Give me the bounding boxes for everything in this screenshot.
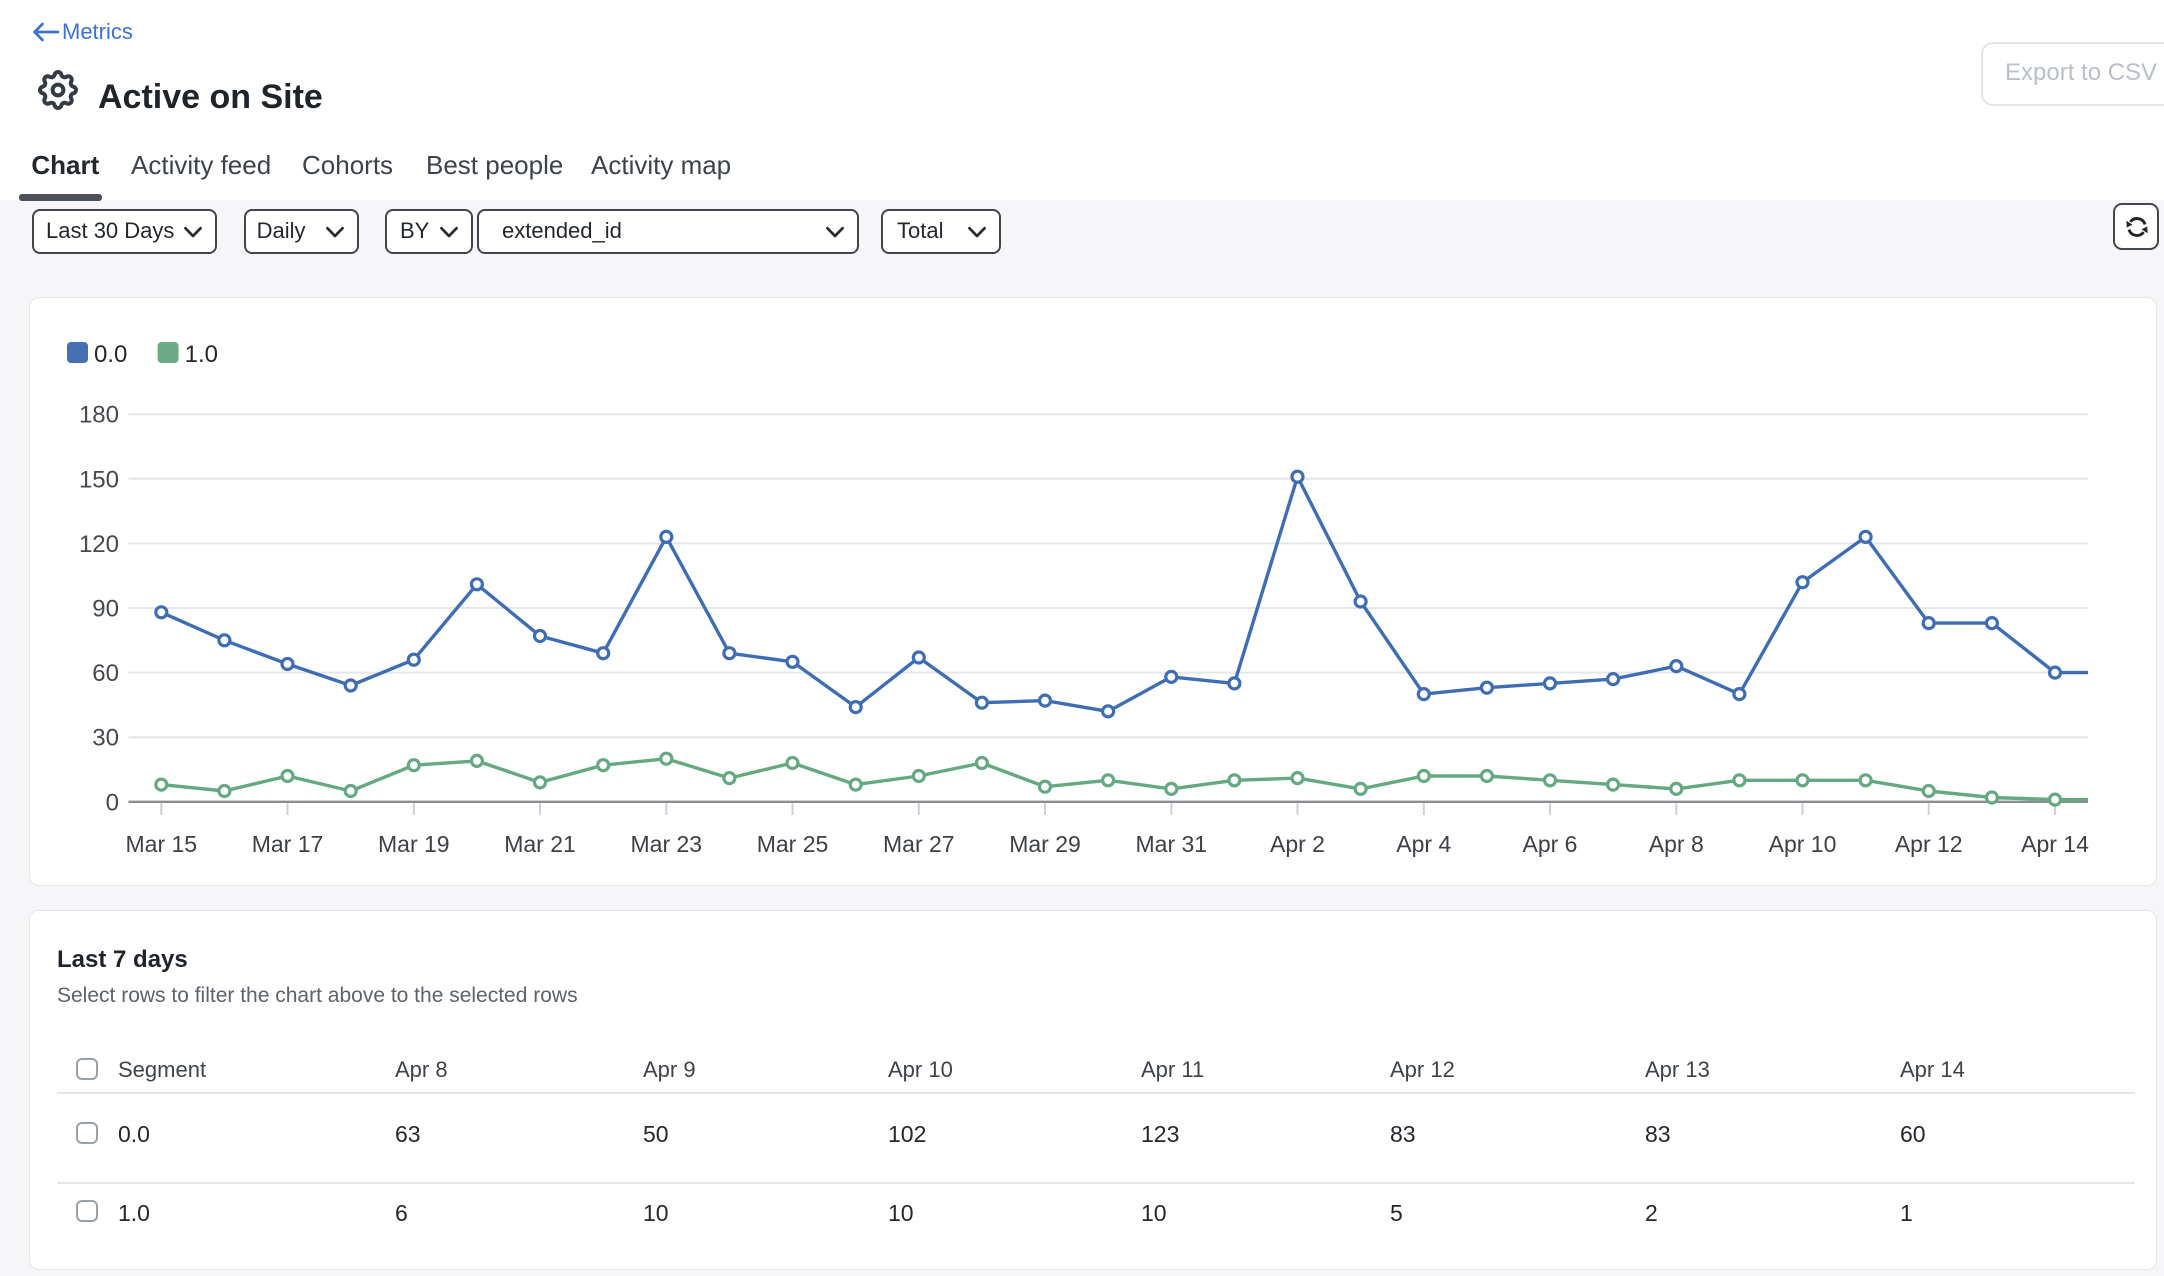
svg-text:Apr 14: Apr 14 xyxy=(2021,831,2089,857)
svg-text:Apr 6: Apr 6 xyxy=(1523,831,1578,857)
svg-text:90: 90 xyxy=(92,596,119,623)
svg-text:Mar 17: Mar 17 xyxy=(252,831,324,857)
svg-text:Apr 12: Apr 12 xyxy=(1895,831,1963,857)
svg-text:Mar 23: Mar 23 xyxy=(631,831,703,857)
svg-text:Mar 19: Mar 19 xyxy=(378,831,450,857)
svg-text:Apr 8: Apr 8 xyxy=(1649,831,1704,857)
svg-text:Mar 25: Mar 25 xyxy=(757,831,829,857)
svg-text:0.0: 0.0 xyxy=(94,341,127,368)
svg-text:Mar 31: Mar 31 xyxy=(1136,831,1208,857)
svg-text:150: 150 xyxy=(79,466,119,493)
svg-text:1.0: 1.0 xyxy=(185,341,218,368)
svg-text:60: 60 xyxy=(92,660,119,687)
svg-text:0: 0 xyxy=(106,789,119,816)
svg-text:Apr 4: Apr 4 xyxy=(1396,831,1451,857)
svg-text:Mar 29: Mar 29 xyxy=(1009,831,1081,857)
svg-text:Mar 15: Mar 15 xyxy=(126,831,198,857)
svg-text:Apr 2: Apr 2 xyxy=(1270,831,1325,857)
svg-text:180: 180 xyxy=(79,402,119,429)
svg-text:Mar 21: Mar 21 xyxy=(504,831,576,857)
svg-text:Apr 10: Apr 10 xyxy=(1769,831,1837,857)
svg-text:Mar 27: Mar 27 xyxy=(883,831,955,857)
svg-text:120: 120 xyxy=(79,531,119,558)
svg-text:30: 30 xyxy=(92,725,119,752)
